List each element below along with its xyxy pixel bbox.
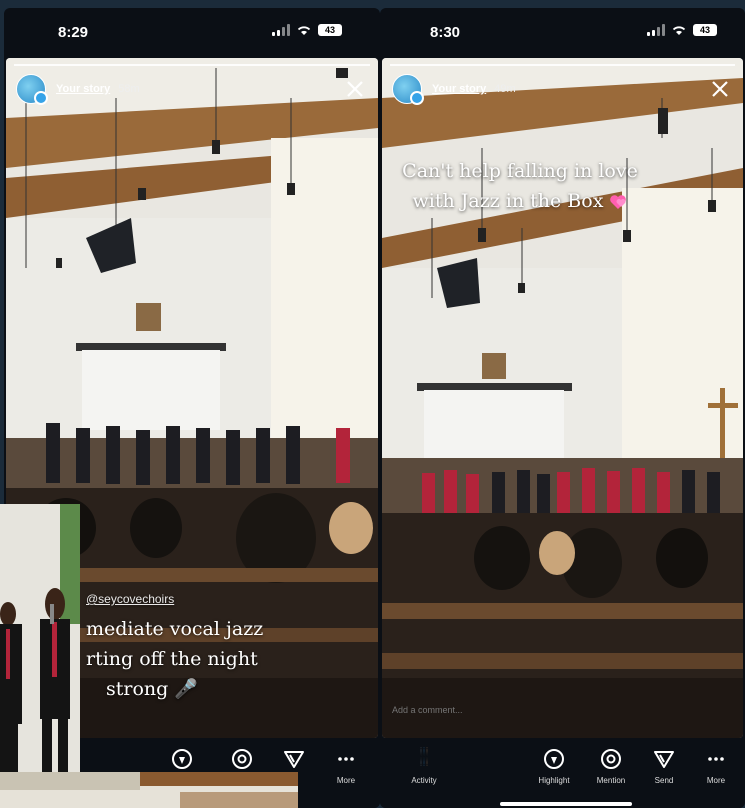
story-owner[interactable]: Your story bbox=[432, 83, 486, 95]
story-caption: @seycovechoirs mediate vocal jazz rting … bbox=[86, 584, 263, 704]
bottom-photo-strip bbox=[0, 772, 298, 808]
battery-icon: 43 bbox=[693, 24, 717, 36]
status-bar: 8:29 43 bbox=[4, 8, 380, 56]
right-phone: 8:30 43 Your story 49m Can't help fallin… bbox=[380, 8, 745, 808]
status-time: 8:30 bbox=[430, 24, 461, 41]
close-icon[interactable] bbox=[344, 78, 366, 100]
highlight-button[interactable]: Highlight bbox=[526, 748, 582, 785]
more-icon bbox=[338, 757, 354, 761]
story-mention[interactable]: @seycovechoirs bbox=[86, 584, 263, 614]
story-header: Your story 49m bbox=[392, 72, 733, 106]
overlay-photo-singers bbox=[0, 504, 80, 774]
story-caption: Can't help falling in love with Jazz in … bbox=[390, 156, 650, 216]
status-icons: 43 bbox=[647, 24, 717, 36]
caption-line: rting off the night bbox=[86, 648, 258, 670]
comment-input[interactable] bbox=[390, 704, 594, 716]
heart-icon bbox=[610, 195, 627, 209]
send-icon bbox=[654, 751, 674, 768]
status-time: 8:29 bbox=[58, 24, 89, 41]
close-icon[interactable] bbox=[709, 78, 731, 100]
story-progress-bar bbox=[390, 64, 735, 66]
more-button[interactable]: More bbox=[688, 748, 744, 785]
mention-button[interactable]: Mention bbox=[583, 748, 639, 785]
story-view[interactable]: Your story 49m Can't help falling in lov… bbox=[382, 58, 743, 738]
status-bar: 8:30 43 bbox=[380, 8, 745, 56]
send-icon bbox=[284, 751, 304, 768]
battery-icon: 43 bbox=[318, 24, 342, 36]
mention-icon bbox=[601, 749, 621, 769]
story-age: 58m bbox=[118, 83, 140, 95]
story-progress-bar bbox=[14, 64, 370, 66]
status-icons: 43 bbox=[272, 24, 342, 36]
activity-button[interactable]: Activity bbox=[396, 747, 452, 785]
home-indicator bbox=[500, 802, 632, 806]
wifi-icon bbox=[672, 26, 686, 35]
activity-avatars bbox=[396, 747, 452, 770]
avatar[interactable] bbox=[16, 74, 48, 105]
more-icon bbox=[708, 757, 724, 761]
signal-icon bbox=[272, 24, 290, 36]
mention-icon bbox=[232, 749, 252, 769]
story-header: Your story 58m bbox=[16, 72, 368, 106]
send-button[interactable]: Send bbox=[636, 748, 692, 785]
story-owner[interactable]: Your story bbox=[56, 83, 110, 95]
highlight-icon bbox=[544, 749, 564, 769]
more-button[interactable]: More bbox=[318, 748, 374, 785]
wifi-icon bbox=[297, 26, 311, 35]
story-age: 49m bbox=[494, 83, 516, 95]
signal-icon bbox=[647, 24, 665, 36]
highlight-icon bbox=[172, 749, 192, 769]
caption-line: mediate vocal jazz bbox=[86, 618, 264, 640]
caption-line: with Jazz in the Box bbox=[390, 186, 650, 216]
caption-line: strong 🎤 bbox=[106, 678, 199, 700]
story-action-bar: Activity Highlight Mention Send More bbox=[380, 738, 745, 808]
avatar[interactable] bbox=[392, 74, 424, 105]
caption-line: Can't help falling in love bbox=[402, 160, 638, 182]
